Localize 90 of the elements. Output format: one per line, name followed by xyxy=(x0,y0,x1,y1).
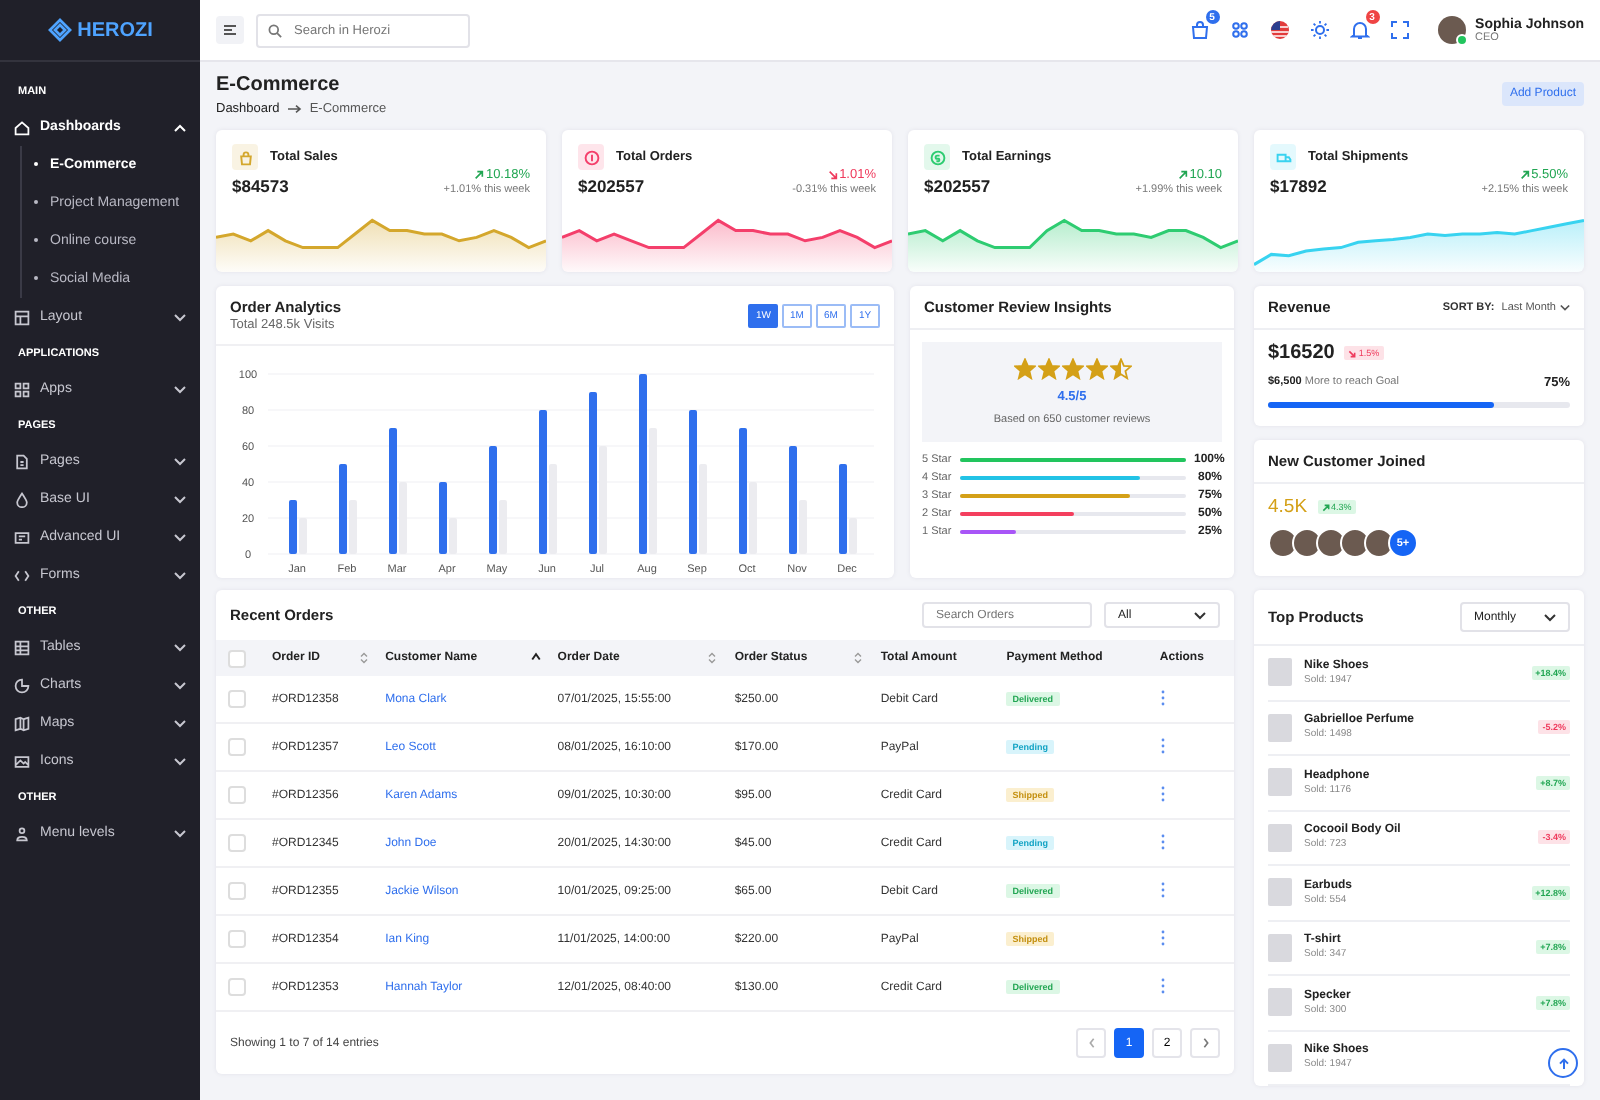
stat-value: $84573 xyxy=(232,176,289,196)
photo-placeholder xyxy=(1268,988,1292,1017)
chevron-icon xyxy=(174,829,186,837)
more-icon[interactable] xyxy=(1159,689,1166,705)
chevron-icon xyxy=(174,123,186,131)
home-icon xyxy=(14,119,30,135)
drop-icon xyxy=(14,491,30,507)
menu-icon xyxy=(223,24,237,36)
star-icon xyxy=(1061,358,1083,380)
revenue-amount: $16520 xyxy=(1268,342,1335,364)
menu-button[interactable] xyxy=(216,16,244,44)
table-icon xyxy=(14,639,30,655)
checkbox[interactable] xyxy=(228,882,246,900)
checkbox[interactable] xyxy=(228,786,246,804)
photo-placeholder xyxy=(1268,713,1292,742)
avatar[interactable] xyxy=(1437,16,1466,44)
chevron-icon xyxy=(174,313,186,321)
pie-chart-icon xyxy=(14,677,30,693)
layout-icon xyxy=(14,309,30,325)
customer-count: 4.5K xyxy=(1268,496,1308,518)
star-icon xyxy=(1109,358,1131,380)
chevron-icon xyxy=(1544,613,1556,621)
chevron-icon xyxy=(174,643,186,651)
logo-icon xyxy=(47,18,72,42)
star-icon xyxy=(1013,358,1035,380)
star-icon xyxy=(1037,358,1059,380)
fullscreen-icon[interactable] xyxy=(1389,20,1410,40)
checkbox[interactable] xyxy=(228,930,246,948)
apps-icon[interactable] xyxy=(1229,20,1250,40)
more-icon[interactable] xyxy=(1159,785,1166,801)
star-icon xyxy=(1085,358,1107,380)
stat-value: $202557 xyxy=(924,176,991,196)
map-icon xyxy=(14,715,30,731)
avatar xyxy=(1316,528,1346,558)
chevron-icon xyxy=(174,719,186,727)
search-icon xyxy=(268,23,282,37)
checkbox[interactable] xyxy=(228,978,246,996)
coin-icon xyxy=(583,149,599,165)
more-icon[interactable] xyxy=(1159,833,1166,849)
chevron-icon xyxy=(174,457,186,465)
more-icon[interactable] xyxy=(1159,929,1166,945)
bag-icon xyxy=(237,149,253,165)
arrow-up-icon xyxy=(1557,1057,1569,1069)
logo-text: HEROZI xyxy=(77,19,153,41)
avatar xyxy=(1340,528,1370,558)
photo-placeholder xyxy=(1268,768,1292,797)
chevron-icon xyxy=(1194,611,1206,619)
bell-icon[interactable] xyxy=(1349,20,1370,40)
photo-placeholder xyxy=(1268,658,1292,687)
box-icon xyxy=(14,529,30,545)
next-page-button[interactable] xyxy=(1190,1028,1220,1058)
photo-placeholder xyxy=(1268,878,1292,907)
page-title: E-Commerce xyxy=(216,74,342,96)
photo-placeholder xyxy=(1268,933,1292,962)
chevron-right-icon xyxy=(1201,1038,1209,1048)
sun-icon[interactable] xyxy=(1309,20,1330,40)
users-icon xyxy=(14,825,30,841)
avatar xyxy=(1268,528,1298,558)
grid-icon xyxy=(14,381,30,397)
more-icon[interactable] xyxy=(1159,881,1166,897)
chevron-icon xyxy=(174,495,186,503)
sort-icon[interactable] xyxy=(529,650,542,666)
more-icon[interactable] xyxy=(1159,977,1166,993)
arrow-icon xyxy=(287,104,302,114)
avatar xyxy=(1292,528,1322,558)
chevron-icon xyxy=(174,571,186,579)
checkbox[interactable] xyxy=(228,690,246,708)
checkbox[interactable] xyxy=(228,834,246,852)
chevron-icon xyxy=(174,385,186,393)
stat-value: $17892 xyxy=(1270,176,1327,196)
checkbox[interactable] xyxy=(228,738,246,756)
more-icon[interactable] xyxy=(1159,737,1166,753)
photo-placeholder xyxy=(1268,823,1292,852)
stat-value: $202557 xyxy=(578,176,645,196)
chevron-icon xyxy=(174,533,186,541)
checkbox[interactable] xyxy=(228,649,246,667)
document-icon xyxy=(14,453,30,469)
chevron-icon xyxy=(174,681,186,689)
flag-icon[interactable] xyxy=(1269,20,1290,40)
avatar xyxy=(1364,528,1394,558)
chevron-icon xyxy=(174,757,186,765)
bag-icon[interactable] xyxy=(1189,20,1210,40)
dollar-icon xyxy=(929,149,945,165)
image-icon xyxy=(14,753,30,769)
truck-icon xyxy=(1275,149,1291,165)
scroll-top-button[interactable] xyxy=(1548,1048,1578,1078)
chevron-left-icon xyxy=(1087,1038,1095,1048)
code-icon xyxy=(14,567,30,583)
photo-placeholder xyxy=(1268,1043,1292,1072)
chevron-icon xyxy=(1560,303,1570,311)
